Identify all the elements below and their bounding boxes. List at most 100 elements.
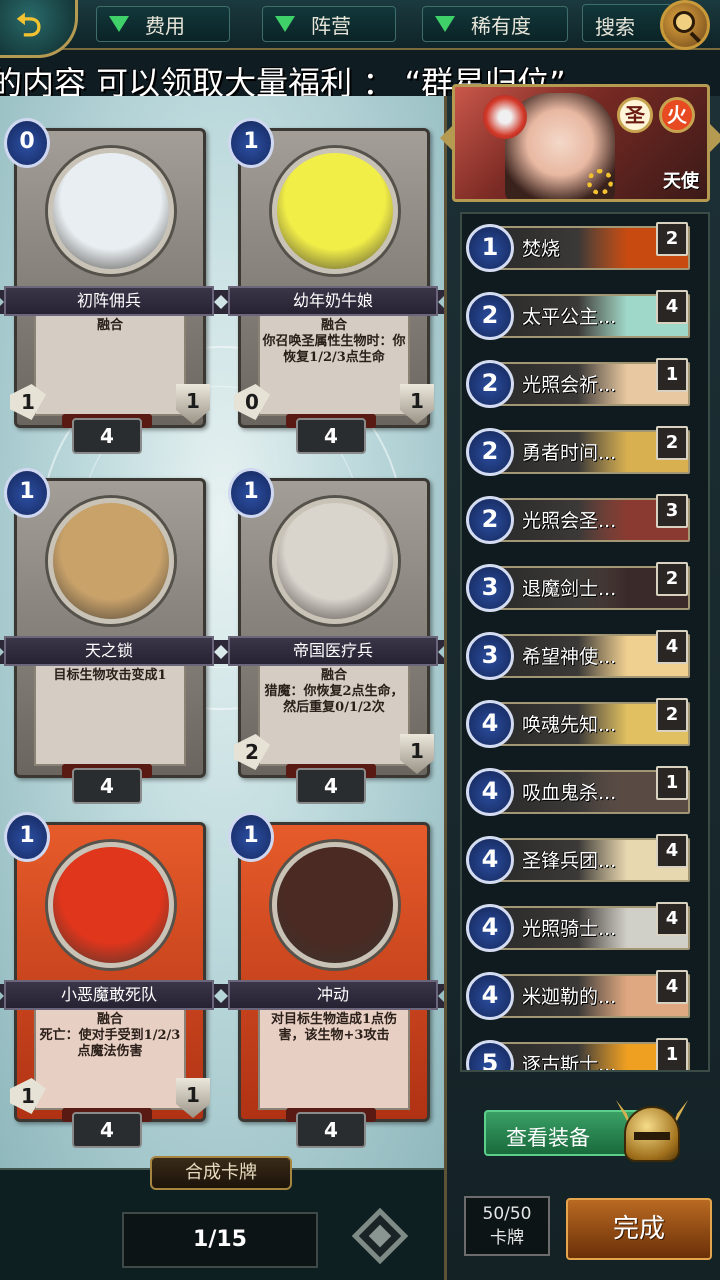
deck-list-item[interactable]: 米迦勒的... 4 4 <box>466 964 692 1020</box>
card-art <box>272 842 398 968</box>
deck-list-item[interactable]: 希望神使... 3 4 <box>466 624 692 680</box>
deck-item-name: 光照骑士... <box>522 918 617 940</box>
deck-item-name: 勇者时间... <box>522 442 617 464</box>
card-owned-count: 4 <box>296 1112 366 1148</box>
card-art <box>272 148 398 274</box>
deck-list-item[interactable]: 太平公主... 2 4 <box>466 284 692 340</box>
card-name: 天之锁 <box>84 641 133 660</box>
collection-card[interactable]: 对目标生物造成1点伤害，该生物+3攻击 冲动 1 4 <box>216 812 450 1152</box>
card-name: 初阵佣兵 <box>76 291 141 310</box>
search-button[interactable]: 搜索 <box>582 4 672 42</box>
done-button[interactable]: 完成 <box>566 1198 712 1260</box>
deck-list-item[interactable]: 逐古斯士... 5 1 <box>466 1032 692 1070</box>
deck-item-copies: 1 <box>656 766 688 800</box>
card-name-banner: 帝国医疗兵 <box>216 636 450 666</box>
deck-item-copies: 3 <box>656 494 688 528</box>
collection-card[interactable]: 融合 初阵佣兵 0 1 1 4 <box>0 118 226 458</box>
card-description: 对目标生物造成1点伤害，该生物+3攻击 <box>270 1012 398 1043</box>
card-art <box>48 148 174 274</box>
deck-item-name: 太平公主... <box>522 306 617 328</box>
deck-item-cost-gem: 4 <box>466 700 514 748</box>
deck-item-cost-gem: 2 <box>466 428 514 476</box>
deck-item-cost-gem: 4 <box>466 904 514 952</box>
deck-card-list[interactable]: 焚烧 1 2 太平公主... 2 4 光照会祈... 2 1 勇者时间... 2… <box>460 212 710 1072</box>
deck-list-item[interactable]: 吸血鬼杀... 4 1 <box>466 760 692 816</box>
next-page-button[interactable] <box>351 1206 409 1266</box>
deck-item-copies: 4 <box>656 834 688 868</box>
card-name-banner: 冲动 <box>216 980 450 1010</box>
deck-item-name: 光照会圣... <box>522 510 617 532</box>
card-description: 融合 猎魔：你恢复2点生命，然后重复0/1/2次 <box>264 668 404 715</box>
deck-list-item[interactable]: 圣锋兵团... 4 4 <box>466 828 692 884</box>
gear-icon[interactable] <box>587 169 613 195</box>
card-name: 幼年奶牛娘 <box>292 291 373 310</box>
deck-card-count: 50/50 卡牌 <box>464 1196 550 1256</box>
card-cost-gem: 1 <box>228 812 274 862</box>
filter-faction-button[interactable]: 阵营 <box>262 6 396 42</box>
card-name-banner: 小恶魔敢死队 <box>0 980 226 1010</box>
card-owned-count: 4 <box>296 418 366 454</box>
deck-item-copies: 2 <box>656 222 688 256</box>
magnifier-handle <box>689 31 701 43</box>
card-cost-gem: 1 <box>228 468 274 518</box>
card-art <box>272 498 398 624</box>
filter-rarity-button[interactable]: 稀有度 <box>422 6 568 42</box>
deck-list-item[interactable]: 光照骑士... 4 4 <box>466 896 692 952</box>
deck-list-item[interactable]: 退魔剑士... 3 2 <box>466 556 692 612</box>
filter-rarity-label: 稀有度 <box>471 13 531 38</box>
collection-card[interactable]: 目标生物攻击变成1 天之锁 1 4 <box>0 468 226 808</box>
helmet-icon[interactable] <box>616 1096 688 1172</box>
deck-item-name: 唤魂先知... <box>522 714 617 736</box>
dropdown-triangle-icon <box>275 16 295 32</box>
card-name: 帝国医疗兵 <box>292 641 373 660</box>
deck-item-name: 吸血鬼杀... <box>522 782 617 804</box>
deck-item-copies: 4 <box>656 970 688 1004</box>
page-indicator: 1/15 <box>122 1212 318 1268</box>
card-name: 冲动 <box>316 985 349 1004</box>
compose-cards-button[interactable]: 合成卡牌 <box>150 1156 292 1190</box>
card-owned-count: 4 <box>72 768 142 804</box>
card-description: 融合 你召唤圣属性生物时：你恢复1/2/3点生命 <box>262 318 406 365</box>
deck-list-item[interactable]: 勇者时间... 2 2 <box>466 420 692 476</box>
deck-item-cost-gem: 2 <box>466 292 514 340</box>
deck-list-item[interactable]: 唤魂先知... 4 2 <box>466 692 692 748</box>
deck-list-item[interactable]: 光照会圣... 2 3 <box>466 488 692 544</box>
deck-item-name: 焚烧 <box>522 238 561 260</box>
hero-portrait[interactable]: 圣 火 天使 <box>452 84 710 202</box>
back-button[interactable]: ⮌ <box>0 0 78 58</box>
filter-cost-button[interactable]: 费用 <box>96 6 230 42</box>
card-cost-gem: 1 <box>4 468 50 518</box>
dropdown-triangle-icon <box>435 16 455 32</box>
back-arrow-icon: ⮌ <box>16 6 42 44</box>
collection-card[interactable]: 融合 猎魔：你恢复2点生命，然后重复0/1/2次 帝国医疗兵 1 2 1 4 <box>216 468 450 808</box>
magnifier-glass <box>673 11 695 33</box>
helmet-visor <box>634 1132 670 1140</box>
card-name-banner: 初阵佣兵 <box>0 286 226 316</box>
card-name: 小恶魔敢死队 <box>60 985 157 1004</box>
deck-card-count-label: 卡牌 <box>490 1228 524 1248</box>
deck-item-name: 希望神使... <box>522 646 617 668</box>
deck-item-copies: 2 <box>656 698 688 732</box>
card-description: 目标生物攻击变成1 <box>53 668 167 683</box>
collection-card[interactable]: 融合 死亡：使对手受到1/2/3点魔法伤害 小恶魔敢死队 1 1 1 4 <box>0 812 226 1152</box>
deck-card-count-value: 50/50 <box>482 1204 532 1224</box>
card-cost-gem: 1 <box>228 118 274 168</box>
deck-list-item[interactable]: 光照会祈... 2 1 <box>466 352 692 408</box>
filter-cost-label: 费用 <box>145 13 185 38</box>
filter-faction-label: 阵营 <box>311 13 351 38</box>
card-description: 融合 死亡：使对手受到1/2/3点魔法伤害 <box>39 1012 181 1059</box>
search-label: 搜索 <box>595 15 635 39</box>
deck-item-cost-gem: 2 <box>466 496 514 544</box>
deck-item-cost-gem: 4 <box>466 768 514 816</box>
card-art <box>48 842 174 968</box>
deck-item-copies: 4 <box>656 290 688 324</box>
card-owned-count: 4 <box>296 768 366 804</box>
search-icon[interactable] <box>660 0 710 50</box>
collection-card[interactable]: 融合 你召唤圣属性生物时：你恢复1/2/3点生命 幼年奶牛娘 1 0 1 4 <box>216 118 450 458</box>
deck-item-copies: 4 <box>656 630 688 664</box>
deck-list-item[interactable]: 焚烧 1 2 <box>466 216 692 272</box>
deck-item-copies: 1 <box>656 1038 688 1070</box>
deck-item-copies: 2 <box>656 426 688 460</box>
deck-item-cost-gem: 3 <box>466 564 514 612</box>
deck-item-name: 米迦勒的... <box>522 986 617 1008</box>
